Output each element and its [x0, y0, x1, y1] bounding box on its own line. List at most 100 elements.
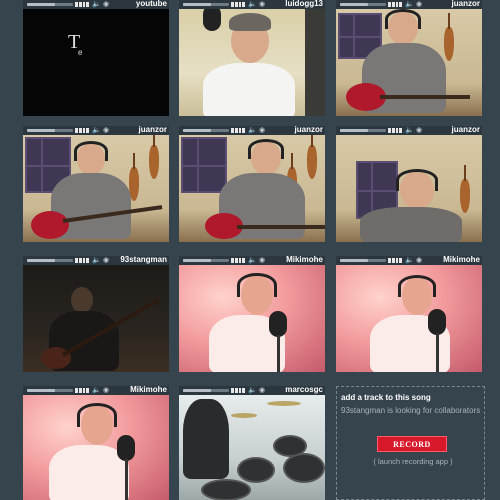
tile-username[interactable]: 93stangman — [120, 255, 167, 265]
speaker-icon[interactable]: 🔈 — [92, 1, 101, 8]
drum — [201, 479, 251, 500]
person-body — [183, 399, 229, 479]
speaker-icon[interactable]: 🔈 — [405, 257, 414, 264]
video-player[interactable] — [179, 135, 325, 242]
volume-slider[interactable] — [183, 3, 229, 6]
tile-username[interactable]: marcosgc — [285, 385, 323, 395]
volume-meter — [231, 2, 245, 7]
headphones-icon[interactable]: ◉ — [258, 387, 266, 394]
headphones-icon[interactable]: ◉ — [415, 127, 423, 134]
speaker-icon[interactable]: 🔈 — [248, 387, 257, 394]
speaker-icon[interactable]: 🔈 — [248, 1, 257, 8]
headphones — [248, 139, 284, 159]
tile-username[interactable]: juanzor — [452, 0, 480, 9]
tile-username[interactable]: luidogg13 — [285, 0, 323, 9]
wall-guitar — [444, 13, 454, 61]
headphones-icon[interactable]: ◉ — [102, 1, 110, 8]
volume-slider[interactable] — [183, 259, 229, 262]
volume-meter — [75, 258, 89, 263]
launch-recording-app-link[interactable]: ( launch recording app ) — [363, 457, 463, 466]
volume-slider[interactable] — [340, 3, 386, 6]
volume-slider[interactable] — [27, 3, 73, 6]
tile-username[interactable]: juanzor — [139, 125, 167, 135]
drum — [237, 457, 275, 483]
speaker-icon[interactable]: 🔈 — [248, 257, 257, 264]
video-player[interactable] — [336, 265, 482, 372]
volume-slider[interactable] — [27, 259, 73, 262]
cymbal — [267, 401, 301, 406]
headphones-icon[interactable]: ◉ — [258, 257, 266, 264]
microphone-icon — [269, 311, 287, 337]
tile-username[interactable]: juanzor — [295, 125, 323, 135]
video-player[interactable] — [23, 395, 169, 500]
video-tile: 🔈 ◉ Mikimohe — [23, 385, 169, 500]
wall-guitar — [460, 165, 470, 213]
person — [71, 287, 93, 313]
video-grid: 🔈 ◉ youtube Te 🔈 ◉ luidogg13 🔈 ◉ juanzor… — [0, 0, 500, 500]
window — [181, 137, 227, 193]
video-player[interactable] — [179, 265, 325, 372]
guitar-neck — [380, 95, 470, 99]
tile-toolbar: 🔈 ◉ juanzor — [336, 0, 482, 9]
wall-guitar — [149, 135, 159, 179]
mic-stand — [436, 333, 439, 372]
video-player[interactable] — [336, 135, 482, 242]
volume-slider[interactable] — [27, 129, 73, 132]
video-tile: 🔈 ◉ juanzor — [179, 125, 325, 242]
tile-toolbar: 🔈 ◉ juanzor — [336, 125, 482, 135]
tile-username[interactable]: juanzor — [452, 125, 480, 135]
video-player[interactable] — [179, 9, 325, 116]
video-player[interactable] — [23, 135, 169, 242]
headphones-icon[interactable]: ◉ — [415, 257, 423, 264]
tile-toolbar: 🔈 ◉ juanzor — [23, 125, 169, 135]
volume-slider[interactable] — [183, 389, 229, 392]
headphones — [77, 403, 117, 427]
video-player[interactable] — [179, 395, 325, 500]
tile-username[interactable]: Mikimohe — [130, 385, 167, 395]
tile-toolbar: 🔈 ◉ marcosgc — [179, 385, 325, 395]
video-tile: 🔈 ◉ Mikimohe — [179, 255, 325, 372]
tile-toolbar: 🔈 ◉ luidogg13 — [179, 0, 325, 9]
headphones — [398, 275, 436, 297]
speaker-icon[interactable]: 🔈 — [248, 127, 257, 134]
headphones — [74, 141, 108, 161]
video-player[interactable] — [23, 265, 169, 372]
microphone-icon — [203, 9, 221, 31]
tile-toolbar: 🔈 ◉ Mikimohe — [179, 255, 325, 265]
volume-slider[interactable] — [340, 259, 386, 262]
volume-slider[interactable] — [183, 129, 229, 132]
collaborators-text: 93stangman is looking for collaborators — [341, 406, 481, 415]
speaker-icon[interactable]: 🔈 — [405, 127, 414, 134]
microphone-icon — [428, 309, 446, 335]
tile-username[interactable]: youtube — [136, 0, 167, 9]
volume-meter — [231, 388, 245, 393]
volume-slider[interactable] — [340, 129, 386, 132]
tile-username[interactable]: Mikimohe — [443, 255, 480, 265]
video-tile: 🔈 ◉ juanzor — [336, 125, 482, 242]
volume-meter — [388, 2, 402, 7]
cymbal — [231, 413, 257, 418]
tile-username[interactable]: Mikimohe — [286, 255, 323, 265]
tile-toolbar: 🔈 ◉ Mikimohe — [23, 385, 169, 395]
add-track-panel: add a track to this song 93stangman is l… — [336, 386, 485, 500]
video-player[interactable]: Te — [23, 9, 169, 116]
headphones — [396, 169, 438, 191]
speaker-icon[interactable]: 🔈 — [92, 387, 101, 394]
person-body — [360, 207, 462, 242]
headphones-icon[interactable]: ◉ — [258, 127, 266, 134]
speaker-icon[interactable]: 🔈 — [92, 127, 101, 134]
headphones-icon[interactable]: ◉ — [415, 1, 423, 8]
speaker-icon[interactable]: 🔈 — [405, 1, 414, 8]
tile-toolbar: 🔈 ◉ 93stangman — [23, 255, 169, 265]
headphones-icon[interactable]: ◉ — [102, 127, 110, 134]
speaker-icon[interactable]: 🔈 — [92, 257, 101, 264]
add-track-title: add a track to this song — [341, 393, 431, 402]
record-button[interactable]: RECORD — [377, 436, 447, 452]
headphones-icon[interactable]: ◉ — [102, 257, 110, 264]
volume-slider[interactable] — [27, 389, 73, 392]
headphones-icon[interactable]: ◉ — [258, 1, 266, 8]
wall-guitar — [307, 135, 317, 179]
video-player[interactable] — [336, 9, 482, 116]
video-tile: 🔈 ◉ 93stangman — [23, 255, 169, 372]
headphones-icon[interactable]: ◉ — [102, 387, 110, 394]
